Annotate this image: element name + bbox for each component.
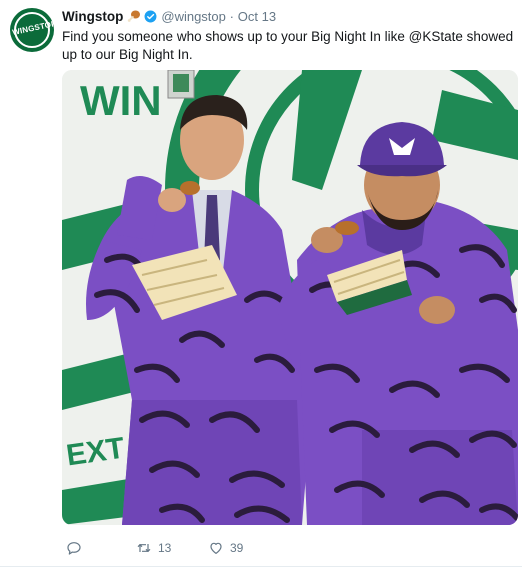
drumstick-emoji	[128, 10, 141, 22]
like-icon	[210, 542, 222, 554]
like-button[interactable]: 39	[208, 538, 243, 558]
reply-icon	[67, 542, 81, 555]
retweet-button[interactable]: 13	[136, 538, 171, 558]
meta-separator: ·	[229, 9, 234, 24]
tweet[interactable]: WINGSTOP Wingstop @wingstop · Oct 13 Fin…	[0, 0, 522, 575]
photo-illustration: WIN EXT	[62, 70, 518, 525]
tweet-photo[interactable]: WIN EXT	[62, 70, 518, 525]
tweet-header: Wingstop @wingstop · Oct 13	[62, 9, 276, 27]
tweet-actions: 13 39	[62, 538, 502, 558]
retweet-icon	[137, 543, 151, 553]
tweet-text: Find you someone who shows up to your Bi…	[62, 29, 514, 62]
retweet-count: 13	[158, 541, 172, 555]
verified-badge-icon	[144, 10, 157, 23]
wall-sign-text: WIN	[80, 77, 162, 124]
reply-button[interactable]	[66, 538, 88, 558]
divider	[0, 566, 522, 567]
like-count: 39	[230, 541, 244, 555]
tweet-date[interactable]: Oct 13	[238, 9, 276, 24]
avatar[interactable]: WINGSTOP	[10, 8, 54, 52]
author-handle[interactable]: @wingstop	[161, 9, 226, 24]
author-name[interactable]: Wingstop	[62, 9, 123, 24]
